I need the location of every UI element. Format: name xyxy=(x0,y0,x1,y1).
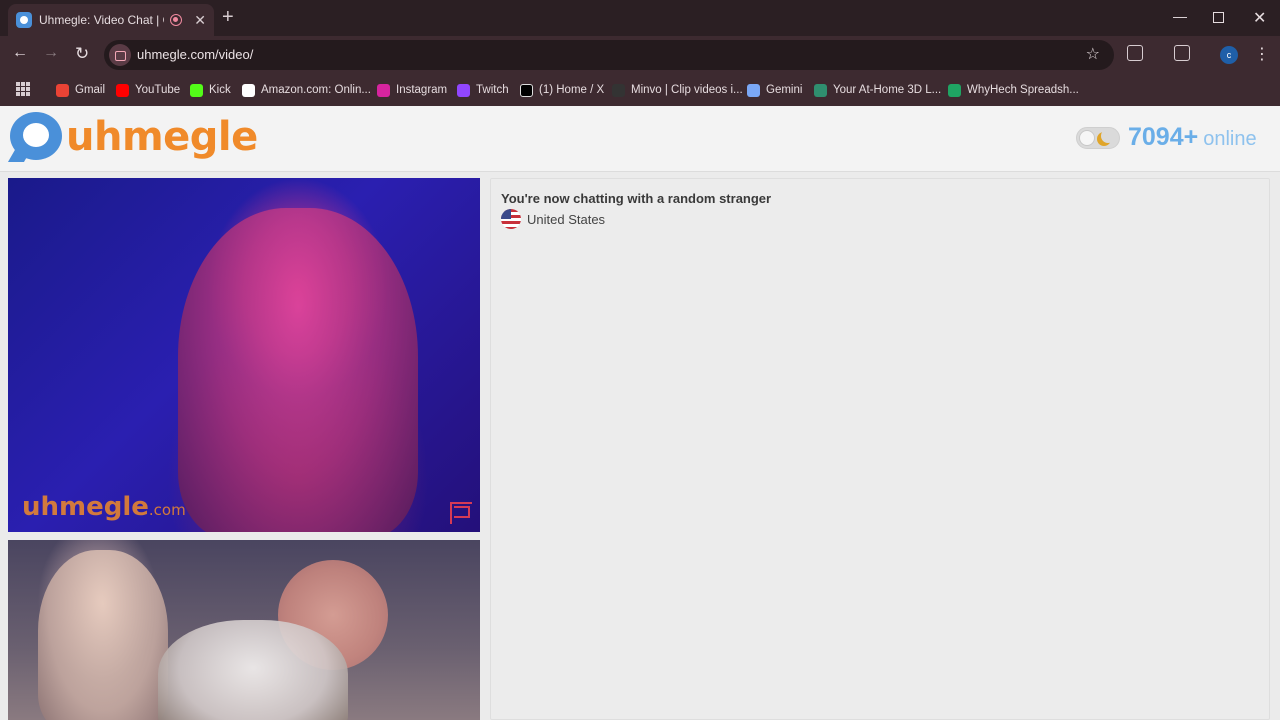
watermark-tld: .com xyxy=(148,501,186,519)
amazon-icon xyxy=(242,83,255,97)
browser-tabstrip: Uhmegle: Video Chat | Ome ✕ + — ✕ xyxy=(0,0,1280,36)
window-close-button[interactable]: ✕ xyxy=(1253,8,1266,28)
headphones-figure xyxy=(158,620,348,720)
gmail-icon xyxy=(56,83,69,97)
bookmark-gemini[interactable]: Gemini xyxy=(747,80,802,100)
extensions-icon[interactable] xyxy=(1127,45,1143,61)
minimize-button[interactable]: — xyxy=(1173,8,1187,24)
kick-icon xyxy=(190,83,203,97)
x-icon xyxy=(520,83,533,97)
self-figure xyxy=(38,550,168,720)
apps-grid-icon[interactable] xyxy=(16,82,30,96)
back-button[interactable]: ← xyxy=(12,44,28,62)
profile-avatar[interactable]: c xyxy=(1220,46,1238,64)
reload-button[interactable]: ↻ xyxy=(75,44,89,64)
bookmark-amazon[interactable]: Amazon.com: Onlin... xyxy=(242,80,371,100)
country-name: United States xyxy=(527,211,606,227)
twitch-icon xyxy=(457,83,470,97)
video-watermark: uhmegle.com xyxy=(22,492,186,522)
toggle-knob xyxy=(1079,130,1095,146)
browser-toolbar: ← → ↻ uhmegle.com/video/ ☆ c ⋮ xyxy=(0,36,1280,74)
sheets-icon xyxy=(948,83,961,97)
bookmarks-bar: Gmail YouTube Kick Amazon.com: Onlin... … xyxy=(0,74,1280,106)
uhmegle-logo-icon[interactable] xyxy=(10,112,62,160)
stranger-video: uhmegle.com xyxy=(8,178,480,532)
site-header: uhmegle 7094+ online xyxy=(0,106,1280,172)
site-info-icon[interactable] xyxy=(109,44,131,66)
bookmark-3d-lab[interactable]: Your At-Home 3D L... xyxy=(814,80,941,100)
maximize-button[interactable] xyxy=(1213,12,1224,23)
browser-menu-icon[interactable]: ⋮ xyxy=(1254,44,1270,64)
bookmark-kick[interactable]: Kick xyxy=(190,80,231,100)
stranger-figure xyxy=(178,208,418,532)
bookmark-spreadsheet[interactable]: WhyHech Spreadsh... xyxy=(948,80,1079,100)
dark-mode-toggle[interactable] xyxy=(1076,127,1120,149)
bookmark-minvo[interactable]: Minvo | Clip videos i... xyxy=(612,80,743,100)
stranger-country: United States xyxy=(501,209,605,229)
bookmark-youtube[interactable]: YouTube xyxy=(116,80,180,100)
chat-log[interactable]: You're now chatting with a random strang… xyxy=(490,178,1270,720)
instagram-icon xyxy=(377,83,390,97)
chat-status-message: You're now chatting with a random strang… xyxy=(501,191,772,206)
online-counter: 7094+ online xyxy=(1128,123,1257,152)
forward-button[interactable]: → xyxy=(43,44,59,62)
bookmark-instagram[interactable]: Instagram xyxy=(377,80,447,100)
self-video xyxy=(8,540,480,720)
report-flag-icon[interactable] xyxy=(450,502,472,524)
url-text[interactable]: uhmegle.com/video/ xyxy=(137,47,253,62)
address-bar[interactable]: uhmegle.com/video/ ☆ xyxy=(104,40,1114,70)
youtube-icon xyxy=(116,83,129,97)
moon-icon xyxy=(1101,129,1115,143)
online-label: online xyxy=(1203,128,1257,150)
gemini-icon xyxy=(747,83,760,97)
site-logo-text[interactable]: uhmegle xyxy=(66,114,258,160)
recording-icon xyxy=(170,14,183,26)
tab-close-icon[interactable]: ✕ xyxy=(194,12,206,29)
page-content: uhmegle 7094+ online uhmegle.com You're n… xyxy=(0,106,1280,720)
bookmark-gmail[interactable]: Gmail xyxy=(56,80,105,100)
site-favicon-icon xyxy=(16,12,32,28)
bookmark-x[interactable]: (1) Home / X xyxy=(520,80,604,100)
online-count: 7094+ xyxy=(1128,123,1199,151)
browser-tab-active[interactable]: Uhmegle: Video Chat | Ome ✕ xyxy=(8,4,214,36)
minvo-icon xyxy=(612,83,625,97)
new-tab-button[interactable]: + xyxy=(222,7,234,27)
bookmark-twitch[interactable]: Twitch xyxy=(457,80,509,100)
tab-search-icon[interactable] xyxy=(1174,45,1190,61)
location-pin-icon xyxy=(814,83,827,97)
bookmark-star-icon[interactable]: ☆ xyxy=(1086,44,1100,64)
us-flag-icon xyxy=(501,209,521,229)
watermark-main: uhmegle xyxy=(22,492,149,522)
tab-title: Uhmegle: Video Chat | Ome xyxy=(39,13,164,27)
